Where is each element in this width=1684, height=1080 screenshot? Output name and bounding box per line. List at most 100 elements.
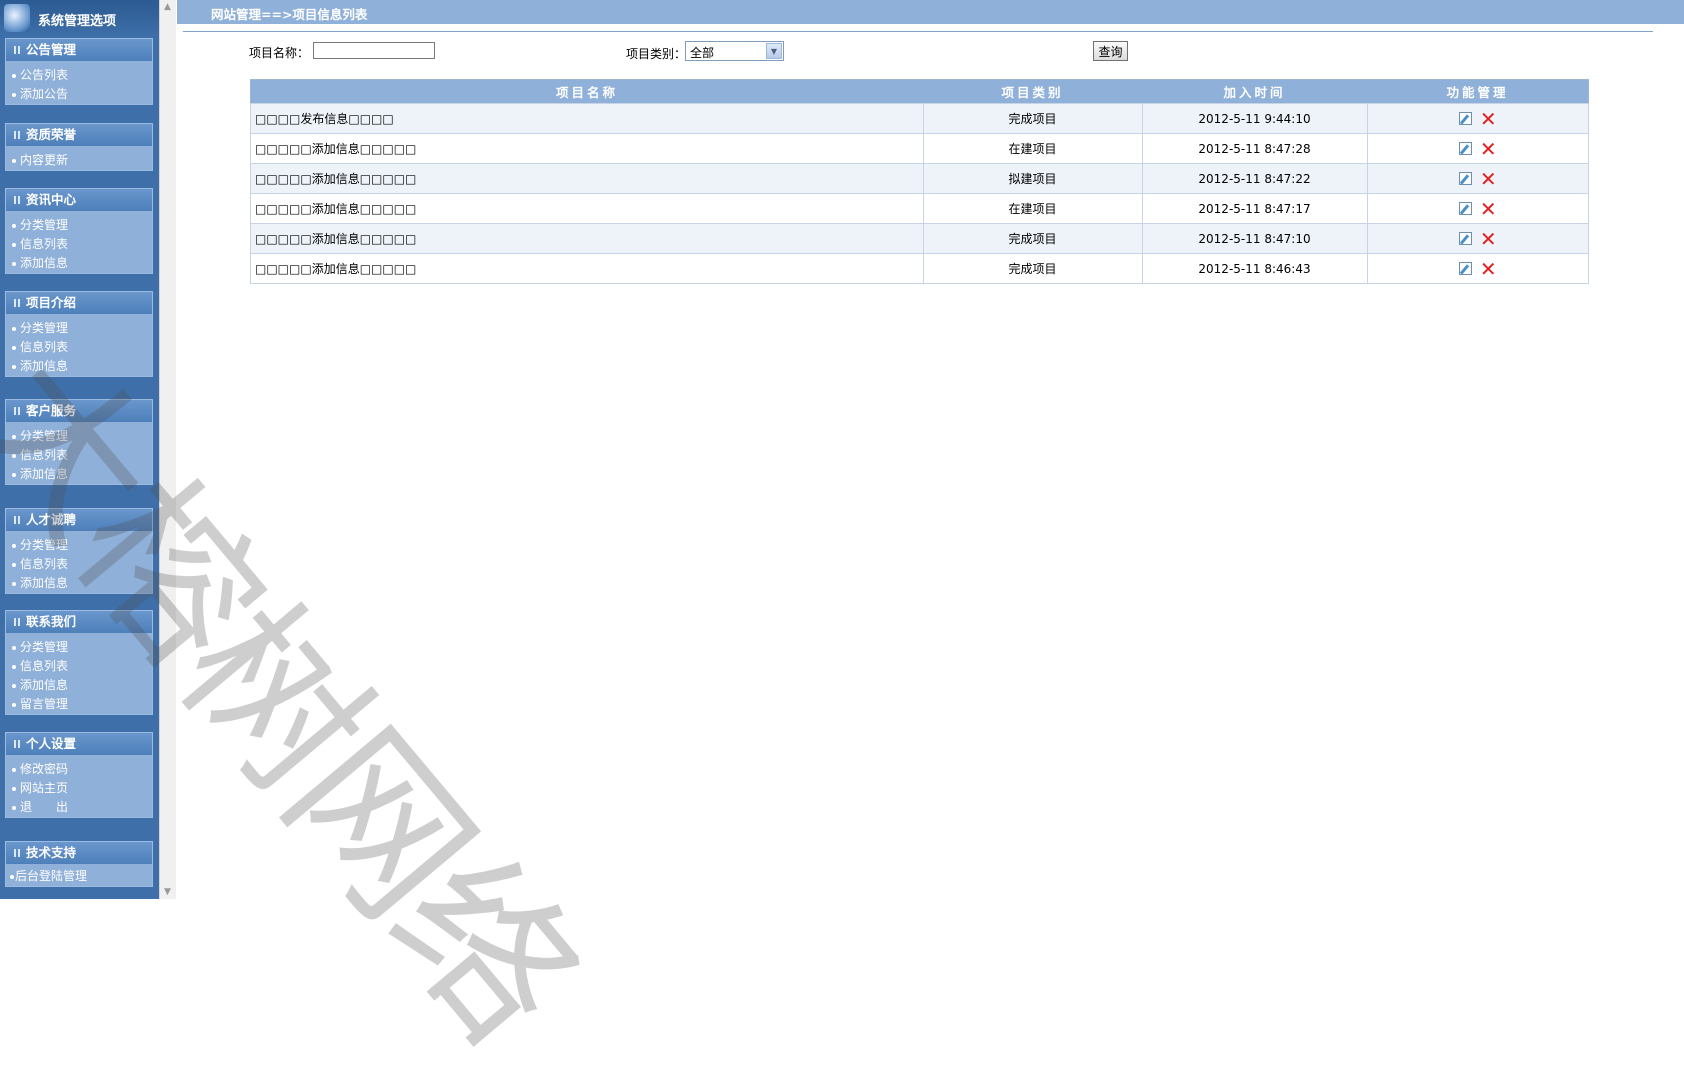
menu-item-message-manage[interactable]: 留言管理 xyxy=(6,695,152,714)
menu-item-contact-category[interactable]: 分类管理 xyxy=(6,638,152,657)
menu-item-service-add[interactable]: 添加信息 xyxy=(6,465,152,484)
system-logo-icon xyxy=(4,4,30,32)
delete-icon[interactable]: ✕ xyxy=(1480,199,1497,219)
bullet-icon xyxy=(12,646,16,650)
cell-join-time: 2012-5-11 8:47:22 xyxy=(1141,163,1368,194)
menu-head-service[interactable]: 客户服务 xyxy=(6,400,152,422)
menu-item-jobs-list[interactable]: 信息列表 xyxy=(6,555,152,574)
menu-item-project-add[interactable]: 添加信息 xyxy=(6,357,152,376)
menu-item-news-add[interactable]: 添加信息 xyxy=(6,254,152,273)
project-type-label: 项目类别： xyxy=(626,47,687,61)
delete-icon[interactable]: ✕ xyxy=(1480,109,1497,129)
cell-actions: ✕ xyxy=(1366,193,1589,224)
edit-icon[interactable] xyxy=(1458,142,1472,155)
menu-head-support[interactable]: 技术支持 xyxy=(6,842,152,864)
bullet-icon xyxy=(12,243,16,247)
menu-item-admin-login[interactable]: 后台登陆管理 xyxy=(6,867,152,886)
cell-project-name: □□□□□添加信息□□□□□ xyxy=(250,163,924,194)
menu-head-honor[interactable]: 资质荣誉 xyxy=(6,124,152,146)
bullet-icon xyxy=(12,703,16,707)
project-type-select[interactable]: 全部 ▼ xyxy=(685,41,784,61)
bullet-icon xyxy=(12,454,16,458)
menu-head-contact[interactable]: 联系我们 xyxy=(6,611,152,633)
collapse-bars-icon xyxy=(14,516,20,524)
sidebar-title: 系统管理选项 xyxy=(38,14,117,29)
menu-item-site-home[interactable]: 网站主页 xyxy=(6,779,152,798)
menu-item-add-notice[interactable]: 添加公告 xyxy=(6,85,152,104)
sidebar: 系统管理选项 公告管理 公告列表 添加公告 资质荣誉 内容更新 资讯中心 分类管… xyxy=(0,0,159,899)
menu-section-personal: 个人设置 修改密码 网站主页 退 出 xyxy=(5,732,153,818)
cell-join-time: 2012-5-11 8:46:43 xyxy=(1141,253,1368,284)
menu-item-logout[interactable]: 退 出 xyxy=(6,798,152,817)
cell-join-time: 2012-5-11 8:47:28 xyxy=(1141,133,1368,164)
bullet-icon xyxy=(12,787,16,791)
bullet-icon xyxy=(12,806,16,810)
bullet-icon xyxy=(12,544,16,548)
menu-section-contact: 联系我们 分类管理 信息列表 添加信息 留言管理 xyxy=(5,610,153,715)
menu-head-news[interactable]: 资讯中心 xyxy=(6,189,152,211)
bullet-icon xyxy=(12,365,16,369)
collapse-bars-icon xyxy=(14,618,20,626)
project-name-input[interactable] xyxy=(313,42,435,59)
cell-project-type: 完成项目 xyxy=(922,223,1143,254)
bullet-icon xyxy=(12,665,16,669)
delete-icon[interactable]: ✕ xyxy=(1480,169,1497,189)
table-row: □□□□□添加信息□□□□□ 在建项目 2012-5-11 8:47:17 ✕ xyxy=(250,193,1589,224)
menu-item-news-list[interactable]: 信息列表 xyxy=(6,235,152,254)
delete-icon[interactable]: ✕ xyxy=(1480,259,1497,279)
cell-project-type: 完成项目 xyxy=(922,253,1143,284)
menu-head-notice[interactable]: 公告管理 xyxy=(6,39,152,61)
table-row: □□□□发布信息□□□□ 完成项目 2012-5-11 9:44:10 ✕ xyxy=(250,103,1589,134)
cell-project-name: □□□□□添加信息□□□□□ xyxy=(250,133,924,164)
query-button[interactable]: 查询 xyxy=(1093,41,1128,61)
delete-icon[interactable]: ✕ xyxy=(1480,229,1497,249)
project-table: 项目名称 项目类别 加入时间 功能管理 □□□□发布信息□□□□ 完成项目 20… xyxy=(250,79,1589,284)
edit-icon[interactable] xyxy=(1458,112,1472,125)
cell-project-name: □□□□发布信息□□□□ xyxy=(250,103,924,134)
cell-project-type: 在建项目 xyxy=(922,133,1143,164)
edit-icon[interactable] xyxy=(1458,232,1472,245)
edit-icon[interactable] xyxy=(1458,202,1472,215)
project-type-selected: 全部 xyxy=(690,46,715,60)
collapse-bars-icon xyxy=(14,196,20,204)
cell-project-type: 拟建项目 xyxy=(922,163,1143,194)
menu-item-project-category[interactable]: 分类管理 xyxy=(6,319,152,338)
menu-item-jobs-add[interactable]: 添加信息 xyxy=(6,574,152,593)
menu-item-jobs-category[interactable]: 分类管理 xyxy=(6,536,152,555)
bullet-icon xyxy=(12,159,16,163)
delete-icon[interactable]: ✕ xyxy=(1480,139,1497,159)
header-divider xyxy=(183,31,1653,32)
collapse-bars-icon xyxy=(14,407,20,415)
menu-head-projects[interactable]: 项目介绍 xyxy=(6,292,152,314)
menu-head-personal[interactable]: 个人设置 xyxy=(6,733,152,755)
menu-item-content-update[interactable]: 内容更新 xyxy=(6,151,152,170)
menu-item-service-list[interactable]: 信息列表 xyxy=(6,446,152,465)
edit-icon[interactable] xyxy=(1458,262,1472,275)
menu-item-change-password[interactable]: 修改密码 xyxy=(6,760,152,779)
menu-item-project-list[interactable]: 信息列表 xyxy=(6,338,152,357)
menu-head-jobs[interactable]: 人才诚聘 xyxy=(6,509,152,531)
menu-item-notice-list[interactable]: 公告列表 xyxy=(6,66,152,85)
sidebar-scrollbar[interactable]: ▲ ▼ xyxy=(159,0,176,899)
table-row: □□□□□添加信息□□□□□ 完成项目 2012-5-11 8:47:10 ✕ xyxy=(250,223,1589,254)
menu-item-news-category[interactable]: 分类管理 xyxy=(6,216,152,235)
column-header-actions: 功能管理 xyxy=(1367,79,1589,104)
sidebar-brand: 系统管理选项 xyxy=(0,0,159,36)
bullet-icon xyxy=(12,327,16,331)
cell-project-type: 完成项目 xyxy=(922,103,1143,134)
cell-actions: ✕ xyxy=(1366,163,1589,194)
menu-item-service-category[interactable]: 分类管理 xyxy=(6,427,152,446)
table-row: □□□□□添加信息□□□□□ 拟建项目 2012-5-11 8:47:22 ✕ xyxy=(250,163,1589,194)
scroll-up-arrow-icon[interactable]: ▲ xyxy=(161,0,174,14)
collapse-bars-icon xyxy=(14,740,20,748)
menu-section-jobs: 人才诚聘 分类管理 信息列表 添加信息 xyxy=(5,508,153,594)
edit-icon[interactable] xyxy=(1458,172,1472,185)
bullet-icon xyxy=(12,582,16,586)
scroll-down-arrow-icon[interactable]: ▼ xyxy=(161,885,174,899)
cell-actions: ✕ xyxy=(1366,253,1589,284)
collapse-bars-icon xyxy=(14,131,20,139)
menu-item-contact-list[interactable]: 信息列表 xyxy=(6,657,152,676)
chevron-down-icon[interactable]: ▼ xyxy=(766,43,782,59)
column-header-time: 加入时间 xyxy=(1142,79,1367,104)
menu-item-contact-add[interactable]: 添加信息 xyxy=(6,676,152,695)
